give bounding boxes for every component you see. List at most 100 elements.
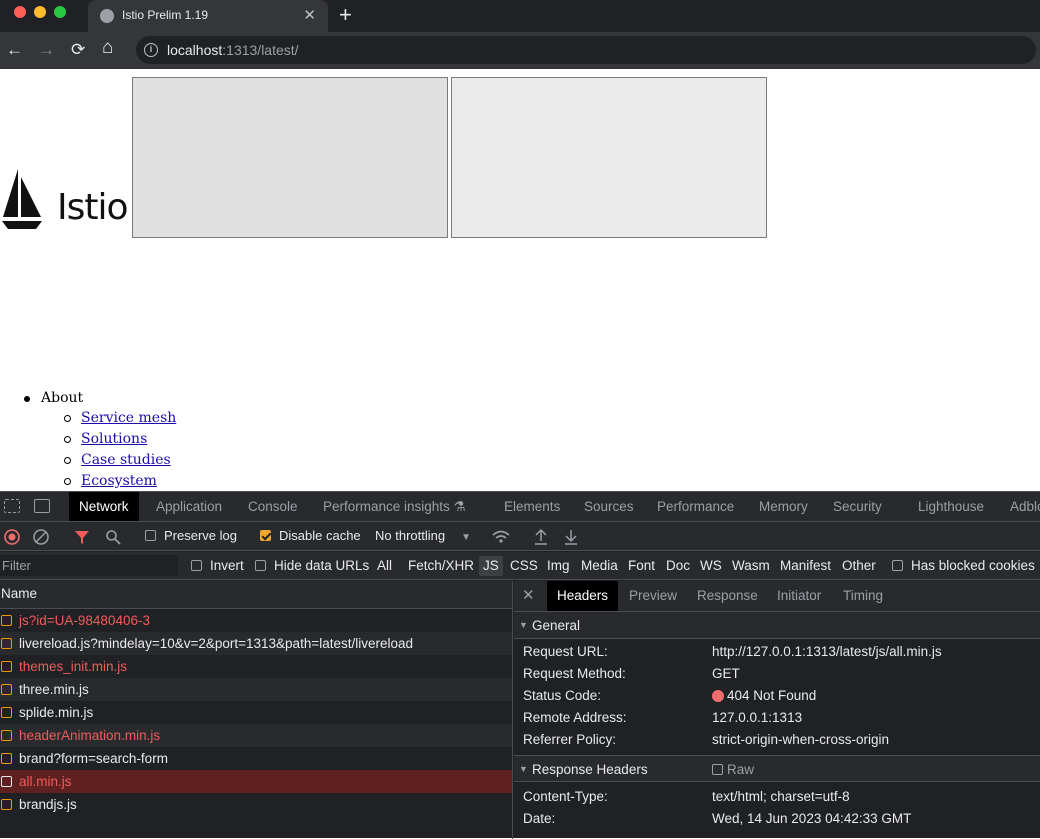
network-conditions-icon[interactable] [491,528,511,546]
disable-cache-checkbox[interactable]: Disable cache [260,527,361,545]
tab-initiator[interactable]: Initiator [767,581,831,611]
clear-icon[interactable] [33,529,49,545]
home-icon[interactable]: ⌂ [102,37,113,59]
checkbox-icon[interactable] [712,764,723,775]
inspect-icon[interactable] [4,499,20,513]
checkbox-icon[interactable] [255,560,266,571]
request-rows: js?id=UA-98480406-3 livereload.js?mindel… [0,609,512,816]
general-section-header[interactable]: ▼ General [514,612,1040,639]
triangle-down-icon: ▼ [519,764,528,774]
browser-toolbar: ← → ⟳ ⌂ i localhost:1313/latest/ [0,32,1040,69]
request-details: ✕ Headers Preview Response Initiator Tim… [514,581,1040,839]
checkbox-icon[interactable] [892,560,903,571]
tab-response[interactable]: Response [687,581,768,611]
type-filter-media[interactable]: Media [581,556,618,576]
tab-console[interactable]: Console [238,492,308,521]
tab-memory[interactable]: Memory [749,492,818,521]
menu-item-about[interactable]: About [22,390,176,406]
tab-sources[interactable]: Sources [574,492,644,521]
type-filter-js[interactable]: JS [479,556,503,576]
tab-adblock[interactable]: Adblo [1000,492,1040,521]
forward-icon[interactable]: → [38,39,55,61]
tab-security[interactable]: Security [823,492,892,521]
submenu-item[interactable]: Solutions [22,431,176,452]
record-stop-icon[interactable] [4,529,20,545]
chevron-down-icon: ▼ [461,532,471,543]
checkbox-icon[interactable] [191,560,202,571]
istio-sail-icon[interactable] [0,169,44,231]
minimize-window-button[interactable] [34,6,46,18]
nav-menu: About Service mesh Solutions Case studie… [22,390,176,494]
device-toggle-icon[interactable] [34,499,50,513]
tab-performance-insights[interactable]: Performance insights ⚗ [313,492,476,521]
submenu-item[interactable]: Case studies [22,452,176,473]
tab-timing[interactable]: Timing [833,581,893,611]
tab-headers[interactable]: Headers [547,581,619,611]
name-column-header[interactable]: Name [0,581,512,609]
tab-network[interactable]: Network [69,492,139,521]
logo-text[interactable]: Istio [57,187,129,228]
tab-performance[interactable]: Performance [647,492,744,521]
url-text: localhost:1313/latest/ [167,42,299,58]
checkbox-icon[interactable] [145,530,156,541]
throttling-select[interactable]: No throttling ▼ [375,527,471,547]
tab-lighthouse[interactable]: Lighthouse [908,492,994,521]
header-row: Remote Address: 127.0.0.1:1313 [523,710,803,725]
search-icon[interactable] [105,529,121,545]
maximize-window-button[interactable] [54,6,66,18]
type-filter-doc[interactable]: Doc [666,556,690,576]
request-row[interactable]: js?id=UA-98480406-3 [0,609,512,632]
header-row: Content-Type: text/html; charset=utf-8 [523,789,850,804]
tab-close-icon[interactable]: ✕ [303,6,316,24]
browser-tab[interactable]: Istio Prelim 1.19 ✕ [88,0,328,32]
address-bar[interactable]: i localhost:1313/latest/ [136,36,1036,64]
type-filter-ws[interactable]: WS [700,556,722,576]
type-filter-manifest[interactable]: Manifest [780,556,831,576]
response-headers-section-header[interactable]: ▼ Response Headers Raw [514,755,1040,782]
script-file-icon [1,730,12,741]
request-row[interactable]: brandjs.js [0,793,512,816]
checkbox-checked-icon[interactable] [260,530,271,541]
type-filter-css[interactable]: CSS [510,556,538,576]
raw-checkbox[interactable]: Raw [712,756,754,783]
globe-icon [100,9,114,23]
tab-application[interactable]: Application [146,492,232,521]
new-tab-button[interactable]: + [339,2,352,28]
type-filter-fetch-xhr[interactable]: Fetch/XHR [408,556,474,576]
tab-elements[interactable]: Elements [494,492,570,521]
type-filter-font[interactable]: Font [628,556,655,576]
reload-icon[interactable]: ⟳ [71,39,85,61]
back-icon[interactable]: ← [6,39,23,61]
header-row: Referrer Policy: strict-origin-when-cross… [523,732,890,747]
request-row[interactable]: livereload.js?mindelay=10&v=2&port=1313&… [0,632,512,655]
blocked-cookies-checkbox[interactable]: Has blocked cookies [892,556,1035,576]
submenu-item[interactable]: Service mesh [22,410,176,431]
header-row: Date: Wed, 14 Jun 2023 04:42:33 GMT [523,811,912,826]
request-row-selected[interactable]: all.min.js [0,770,512,793]
request-row[interactable]: headerAnimation.min.js [0,724,512,747]
invert-checkbox[interactable]: Invert [191,556,244,576]
close-details-icon[interactable]: ✕ [522,581,535,611]
header-row: Request Method: GET [523,666,740,681]
script-file-icon [1,684,12,695]
type-filter-img[interactable]: Img [547,556,570,576]
preserve-log-checkbox[interactable]: Preserve log [145,527,237,545]
type-filter-wasm[interactable]: Wasm [732,556,770,576]
request-row[interactable]: themes_init.min.js [0,655,512,678]
request-row[interactable]: splide.min.js [0,701,512,724]
request-row[interactable]: three.min.js [0,678,512,701]
filter-input[interactable]: Filter [0,555,178,576]
type-filter-all[interactable]: All [377,556,392,576]
type-filter-other[interactable]: Other [842,556,876,576]
hide-data-urls-checkbox[interactable]: Hide data URLs [255,556,369,576]
close-window-button[interactable] [14,6,26,18]
tab-preview[interactable]: Preview [619,581,687,611]
download-icon[interactable] [563,528,579,546]
info-icon[interactable]: i [144,43,158,57]
filter-icon[interactable] [74,529,90,545]
request-row[interactable]: brand?form=search-form [0,747,512,770]
tab-title: Istio Prelim 1.19 [122,8,209,22]
upload-icon[interactable] [533,528,549,546]
image-placeholder [132,77,448,238]
script-file-icon [1,707,12,718]
